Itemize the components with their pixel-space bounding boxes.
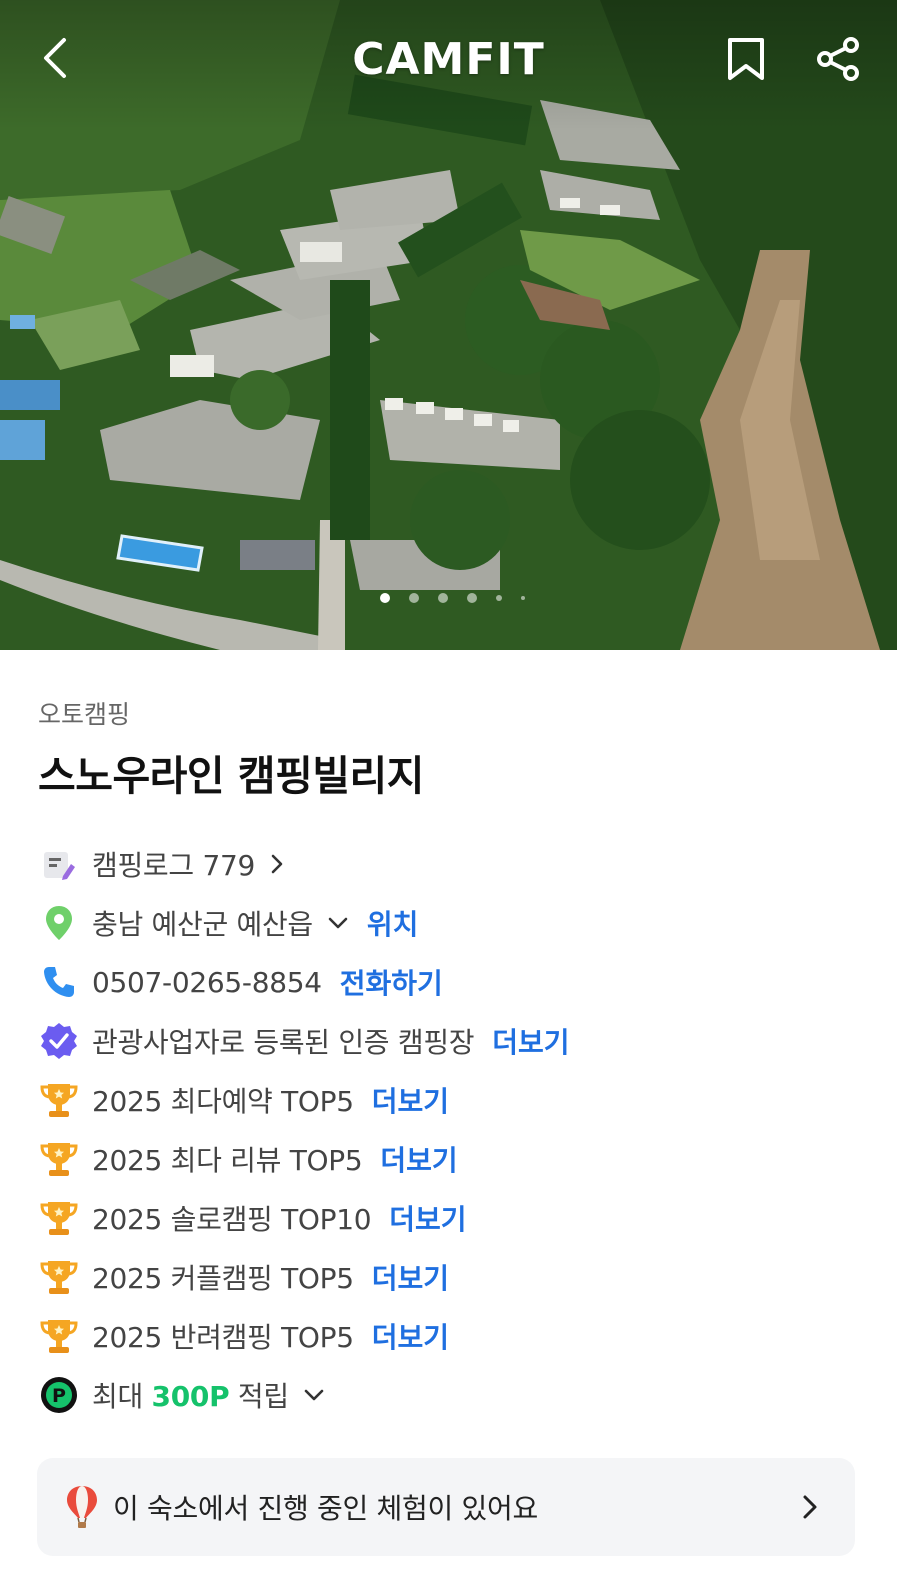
award-text: 2025 반려캠핑 TOP5 bbox=[92, 1321, 354, 1354]
top-bar: CAMFIT bbox=[0, 0, 897, 120]
chevron-right-icon bbox=[269, 853, 285, 875]
verified-badge-icon bbox=[38, 1020, 80, 1062]
share-button[interactable] bbox=[816, 36, 862, 82]
bookmark-icon bbox=[728, 38, 764, 80]
trophy-icon bbox=[38, 1315, 80, 1357]
certified-row: 관광사업자로 등록된 인증 캠핑장 더보기 bbox=[38, 1019, 570, 1063]
phone-number: 0507-0265-8854 bbox=[92, 965, 322, 999]
points-suffix: 적립 bbox=[229, 1380, 289, 1413]
experience-banner[interactable]: 이 숙소에서 진행 중인 체험이 있어요 bbox=[37, 1458, 855, 1556]
phone-row: 0507-0265-8854 전화하기 bbox=[38, 960, 443, 1004]
certified-more-link[interactable]: 더보기 bbox=[492, 1021, 569, 1061]
bookmark-button[interactable] bbox=[726, 36, 766, 82]
trophy-icon bbox=[38, 1256, 80, 1298]
award-text: 2025 커플캠핑 TOP5 bbox=[92, 1262, 354, 1295]
carousel-dot[interactable] bbox=[521, 596, 525, 600]
award-row: 2025 최다 리뷰 TOP5 더보기 bbox=[38, 1137, 458, 1181]
hot-air-balloon-icon bbox=[67, 1486, 97, 1528]
camplog-icon bbox=[38, 843, 80, 885]
award-more-link[interactable]: 더보기 bbox=[372, 1257, 449, 1297]
award-more-link[interactable]: 더보기 bbox=[372, 1316, 449, 1356]
carousel-dot[interactable] bbox=[438, 593, 448, 603]
award-row: 2025 반려캠핑 TOP5 더보기 bbox=[38, 1314, 449, 1358]
award-more-link[interactable]: 더보기 bbox=[372, 1080, 449, 1120]
share-icon bbox=[817, 37, 859, 81]
carousel-dot[interactable] bbox=[380, 593, 390, 603]
award-row: 2025 커플캠핑 TOP5 더보기 bbox=[38, 1255, 449, 1299]
camp-name: 스노우라인 캠핑빌리지 bbox=[38, 752, 424, 800]
camplog-text: 캠핑로그 779 bbox=[92, 849, 255, 882]
carousel-dot[interactable] bbox=[496, 595, 502, 601]
location-row: 충남 예산군 예산읍 위치 bbox=[38, 901, 418, 945]
trophy-icon bbox=[38, 1197, 80, 1239]
award-row: 2025 최다예약 TOP5 더보기 bbox=[38, 1078, 449, 1122]
hero-image-carousel[interactable]: CAMFIT bbox=[0, 0, 897, 650]
carousel-indicator bbox=[380, 593, 525, 603]
points-amount: 300P bbox=[151, 1380, 230, 1413]
award-more-link[interactable]: 더보기 bbox=[380, 1139, 457, 1179]
chevron-right-icon bbox=[803, 1495, 817, 1519]
location-link[interactable]: 위치 bbox=[367, 903, 419, 943]
map-pin-icon bbox=[38, 902, 80, 944]
award-row: 2025 솔로캠핑 TOP10 더보기 bbox=[38, 1196, 467, 1240]
trophy-icon bbox=[38, 1138, 80, 1180]
points-icon: P bbox=[38, 1374, 80, 1416]
award-text: 2025 최다예약 TOP5 bbox=[92, 1085, 354, 1118]
award-more-link[interactable]: 더보기 bbox=[389, 1198, 466, 1238]
banner-text: 이 숙소에서 진행 중인 체험이 있어요 bbox=[113, 1492, 538, 1525]
carousel-dot[interactable] bbox=[467, 593, 477, 603]
camp-category: 오토캠핑 bbox=[38, 700, 131, 729]
camplog-row[interactable]: 캠핑로그 779 bbox=[38, 842, 285, 886]
call-link[interactable]: 전화하기 bbox=[340, 962, 443, 1002]
certified-text: 관광사업자로 등록된 인증 캠핑장 bbox=[92, 1026, 475, 1059]
svg-text:P: P bbox=[52, 1385, 66, 1407]
points-row[interactable]: P 최대 300P 적립 bbox=[38, 1373, 325, 1417]
trophy-icon bbox=[38, 1079, 80, 1121]
location-text: 충남 예산군 예산읍 bbox=[92, 908, 313, 941]
chevron-down-icon[interactable] bbox=[327, 915, 349, 931]
award-text: 2025 최다 리뷰 TOP5 bbox=[92, 1144, 363, 1177]
award-text: 2025 솔로캠핑 TOP10 bbox=[92, 1203, 372, 1236]
phone-icon bbox=[38, 961, 80, 1003]
points-prefix: 최대 bbox=[92, 1380, 152, 1413]
points-text: 최대 300P 적립 bbox=[92, 1375, 289, 1415]
carousel-dot[interactable] bbox=[409, 593, 419, 603]
chevron-down-icon[interactable] bbox=[303, 1387, 325, 1403]
